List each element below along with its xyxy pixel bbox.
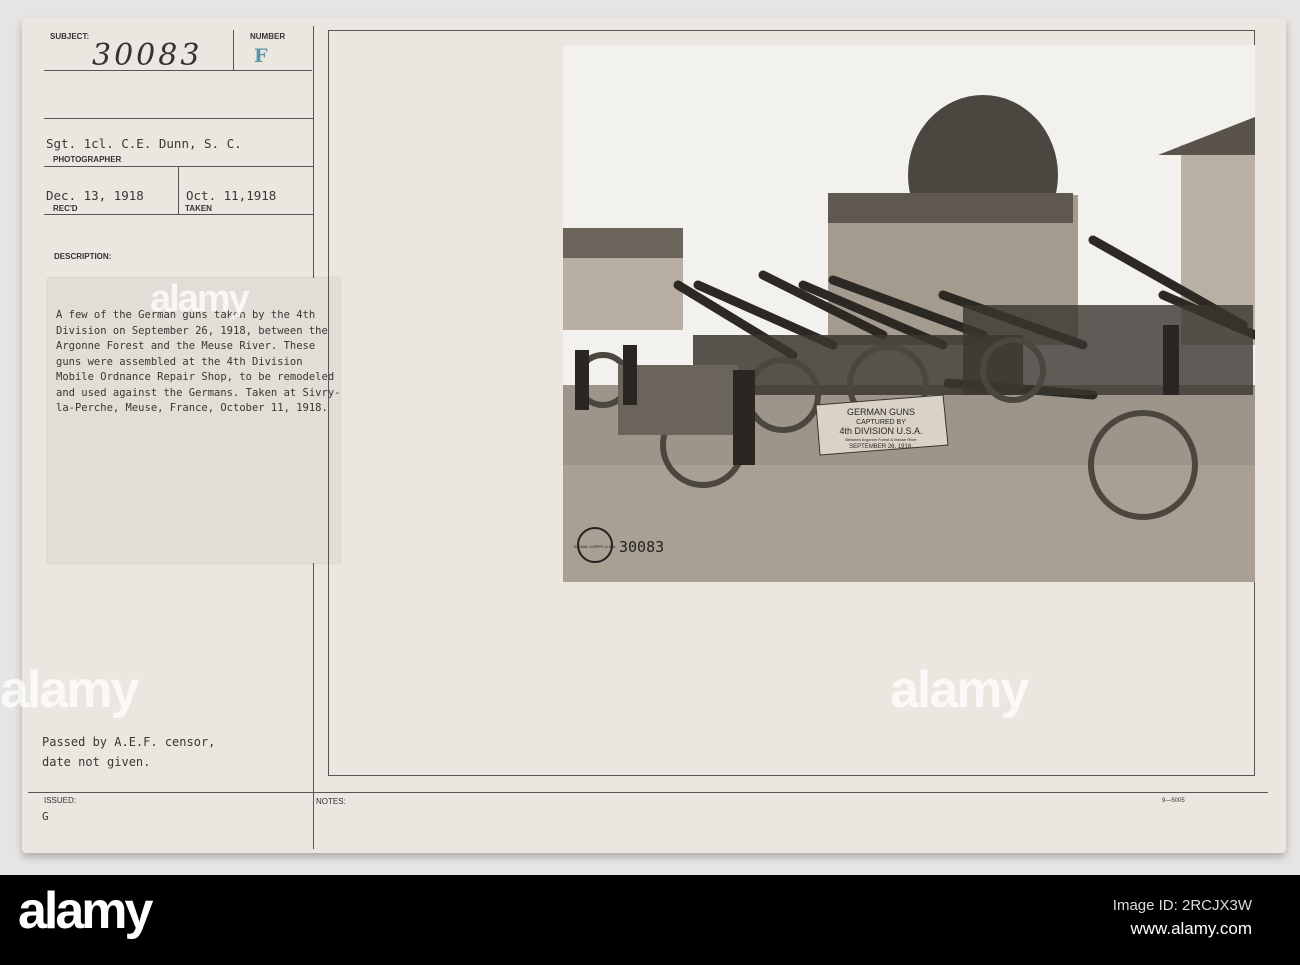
sign-line-5: SEPTEMBER 26, 1918. bbox=[849, 444, 913, 450]
photograph-image: GERMAN GUNS CAPTURED BY 4th DIVISION U.S… bbox=[563, 45, 1255, 582]
alamy-url[interactable]: www.alamy.com bbox=[1130, 919, 1252, 939]
description-text: A few of the German guns taken by the 4t… bbox=[56, 309, 341, 414]
captured-guns-sign: GERMAN GUNS CAPTURED BY 4th DIVISION U.S… bbox=[815, 394, 949, 456]
issued-label: ISSUED: bbox=[44, 796, 77, 805]
received-date: Dec. 13, 1918 bbox=[46, 188, 144, 203]
sign-line-1: GERMAN GUNS bbox=[847, 407, 915, 417]
form-code: 9—5005 bbox=[1162, 798, 1185, 804]
number-stamp: F bbox=[254, 45, 268, 67]
description-label: DESCRIPTION: bbox=[54, 252, 112, 261]
watermark-logo: alamy bbox=[890, 661, 1029, 719]
sign-line-2: CAPTURED BY bbox=[856, 419, 906, 426]
number-label: NUMBER bbox=[250, 32, 286, 41]
photographer-name: Sgt. 1cl. C.E. Dunn, S. C. bbox=[46, 136, 242, 151]
issued-value: G bbox=[42, 810, 49, 823]
subject-label: SUBJECT: bbox=[50, 32, 90, 41]
subject-value: 30083 bbox=[92, 38, 203, 73]
photograph: GERMAN GUNS CAPTURED BY 4th DIVISION U.S… bbox=[563, 45, 1255, 582]
censor-note: Passed by A.E.F. censor, bbox=[42, 735, 216, 749]
sign-line-4: Between Argonne Forest & Meuse River bbox=[845, 437, 917, 442]
alamy-logo: alamy bbox=[18, 882, 153, 940]
notes-label: NOTES: bbox=[316, 797, 346, 806]
photo-number: 30083 bbox=[619, 538, 664, 556]
image-id: Image ID: 2RCJX3W bbox=[1112, 897, 1252, 914]
watermark-band: alamy Image ID: 2RCJX3W www.alamy.com bbox=[0, 875, 1300, 965]
sign-line-3: 4th DIVISION U.S.A. bbox=[839, 426, 922, 436]
censor-date-note: date not given. bbox=[42, 755, 151, 769]
received-label: REC'D bbox=[53, 204, 78, 213]
taken-label: TAKEN bbox=[185, 204, 212, 213]
stamp-text: SIGNAL CORPS U.S.A. bbox=[574, 544, 617, 549]
watermark-logo: alamy bbox=[0, 661, 139, 719]
photographer-label: PHOTOGRAPHER bbox=[53, 155, 122, 164]
watermark-logo: alamy bbox=[150, 278, 250, 320]
taken-date: Oct. 11,1918 bbox=[186, 188, 277, 203]
